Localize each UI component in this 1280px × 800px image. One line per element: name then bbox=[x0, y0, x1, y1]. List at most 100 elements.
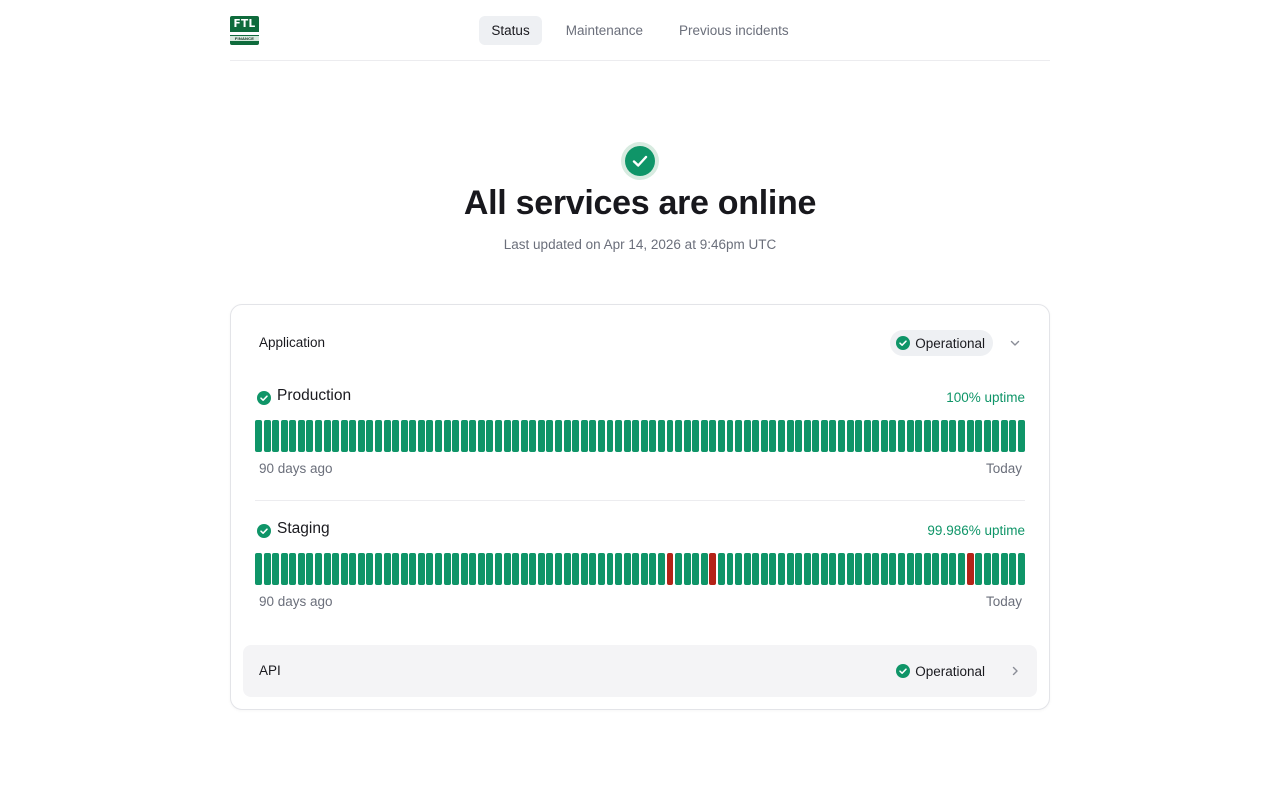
uptime-bar[interactable] bbox=[803, 420, 811, 452]
uptime-bar[interactable] bbox=[906, 420, 914, 452]
uptime-bar[interactable] bbox=[255, 553, 262, 585]
uptime-bar[interactable] bbox=[675, 553, 683, 585]
uptime-bar[interactable] bbox=[323, 420, 331, 452]
uptime-bar[interactable] bbox=[958, 553, 965, 585]
uptime-bar[interactable] bbox=[966, 420, 974, 452]
uptime-bar[interactable] bbox=[940, 420, 948, 452]
uptime-bar[interactable] bbox=[426, 420, 434, 452]
uptime-bar[interactable] bbox=[752, 420, 760, 452]
uptime-bar[interactable] bbox=[932, 420, 940, 452]
uptime-bar[interactable] bbox=[932, 553, 940, 585]
uptime-bar[interactable] bbox=[589, 553, 597, 585]
uptime-bar[interactable] bbox=[906, 553, 914, 585]
uptime-bar[interactable] bbox=[477, 553, 485, 585]
uptime-bar[interactable] bbox=[958, 420, 965, 452]
uptime-bar[interactable] bbox=[683, 553, 691, 585]
uptime-bar[interactable] bbox=[803, 553, 811, 585]
uptime-bar[interactable] bbox=[495, 553, 503, 585]
uptime-bar[interactable] bbox=[563, 420, 571, 452]
uptime-bar[interactable] bbox=[760, 553, 768, 585]
uptime-bar[interactable] bbox=[555, 553, 563, 585]
chevron-right-icon[interactable] bbox=[1007, 663, 1023, 679]
uptime-bar[interactable] bbox=[666, 420, 674, 452]
uptime-bar[interactable] bbox=[683, 420, 691, 452]
nav-tab-previous-incidents[interactable]: Previous incidents bbox=[667, 16, 801, 45]
uptime-bar[interactable] bbox=[872, 420, 880, 452]
uptime-bar[interactable] bbox=[769, 420, 777, 452]
uptime-bar[interactable] bbox=[752, 553, 760, 585]
uptime-bar[interactable] bbox=[486, 420, 494, 452]
uptime-bar[interactable] bbox=[640, 420, 648, 452]
uptime-bar[interactable] bbox=[880, 420, 888, 452]
uptime-bar[interactable] bbox=[657, 553, 665, 585]
uptime-bar[interactable] bbox=[495, 420, 503, 452]
uptime-bar[interactable] bbox=[795, 420, 803, 452]
uptime-bar[interactable] bbox=[889, 420, 897, 452]
uptime-bar[interactable] bbox=[580, 420, 588, 452]
uptime-bar[interactable] bbox=[280, 553, 288, 585]
uptime-bar[interactable] bbox=[529, 553, 537, 585]
uptime-bar[interactable] bbox=[623, 553, 631, 585]
uptime-bar[interactable] bbox=[340, 420, 348, 452]
uptime-bar[interactable] bbox=[306, 420, 314, 452]
uptime-bar[interactable] bbox=[306, 553, 314, 585]
uptime-bar[interactable] bbox=[315, 420, 322, 452]
uptime-bar[interactable] bbox=[657, 420, 665, 452]
uptime-bar[interactable] bbox=[812, 420, 820, 452]
uptime-bar[interactable] bbox=[769, 553, 777, 585]
uptime-bar[interactable] bbox=[537, 420, 545, 452]
uptime-bar[interactable] bbox=[632, 420, 640, 452]
uptime-bar[interactable] bbox=[915, 420, 923, 452]
uptime-bar[interactable] bbox=[872, 553, 880, 585]
uptime-bar[interactable] bbox=[435, 420, 442, 452]
uptime-bar[interactable] bbox=[409, 553, 417, 585]
uptime-bar[interactable] bbox=[717, 553, 725, 585]
uptime-bar[interactable] bbox=[272, 553, 280, 585]
uptime-bar[interactable] bbox=[1018, 420, 1025, 452]
uptime-bar[interactable] bbox=[349, 420, 357, 452]
uptime-bar[interactable] bbox=[546, 420, 554, 452]
uptime-bar[interactable] bbox=[1018, 553, 1025, 585]
uptime-bar[interactable] bbox=[829, 420, 837, 452]
uptime-bar[interactable] bbox=[589, 420, 597, 452]
uptime-bar[interactable] bbox=[460, 420, 468, 452]
uptime-bar-incident[interactable] bbox=[709, 553, 717, 585]
uptime-bar[interactable] bbox=[512, 420, 520, 452]
uptime-bar[interactable] bbox=[443, 420, 451, 452]
uptime-bar[interactable] bbox=[692, 553, 700, 585]
uptime-bar[interactable] bbox=[272, 420, 280, 452]
uptime-bar[interactable] bbox=[915, 553, 923, 585]
uptime-bar[interactable] bbox=[263, 553, 271, 585]
uptime-bar[interactable] bbox=[357, 553, 365, 585]
uptime-bar[interactable] bbox=[477, 420, 485, 452]
uptime-bar[interactable] bbox=[606, 553, 614, 585]
uptime-bar[interactable] bbox=[503, 420, 511, 452]
uptime-bar[interactable] bbox=[812, 553, 820, 585]
uptime-bar[interactable] bbox=[529, 420, 537, 452]
uptime-bar[interactable] bbox=[786, 553, 794, 585]
uptime-bar[interactable] bbox=[417, 553, 425, 585]
uptime-bar-incident[interactable] bbox=[666, 553, 674, 585]
uptime-bar[interactable] bbox=[983, 420, 991, 452]
uptime-bar[interactable] bbox=[417, 420, 425, 452]
uptime-bar[interactable] bbox=[1009, 553, 1017, 585]
uptime-bar[interactable] bbox=[572, 553, 580, 585]
uptime-bar[interactable] bbox=[615, 553, 623, 585]
uptime-bar[interactable] bbox=[469, 420, 477, 452]
uptime-bar[interactable] bbox=[289, 553, 297, 585]
uptime-bar[interactable] bbox=[366, 553, 374, 585]
uptime-bar[interactable] bbox=[297, 553, 305, 585]
uptime-bar[interactable] bbox=[392, 553, 400, 585]
uptime-bar[interactable] bbox=[452, 420, 460, 452]
uptime-bar[interactable] bbox=[923, 420, 931, 452]
uptime-bar[interactable] bbox=[537, 553, 545, 585]
uptime-bar[interactable] bbox=[546, 553, 554, 585]
uptime-bar[interactable] bbox=[700, 553, 708, 585]
uptime-bar[interactable] bbox=[863, 553, 871, 585]
uptime-bar[interactable] bbox=[1000, 420, 1008, 452]
uptime-bar[interactable] bbox=[743, 553, 751, 585]
uptime-bar[interactable] bbox=[649, 553, 657, 585]
uptime-bar[interactable] bbox=[469, 553, 477, 585]
uptime-bar[interactable] bbox=[820, 553, 828, 585]
uptime-bar[interactable] bbox=[520, 553, 528, 585]
